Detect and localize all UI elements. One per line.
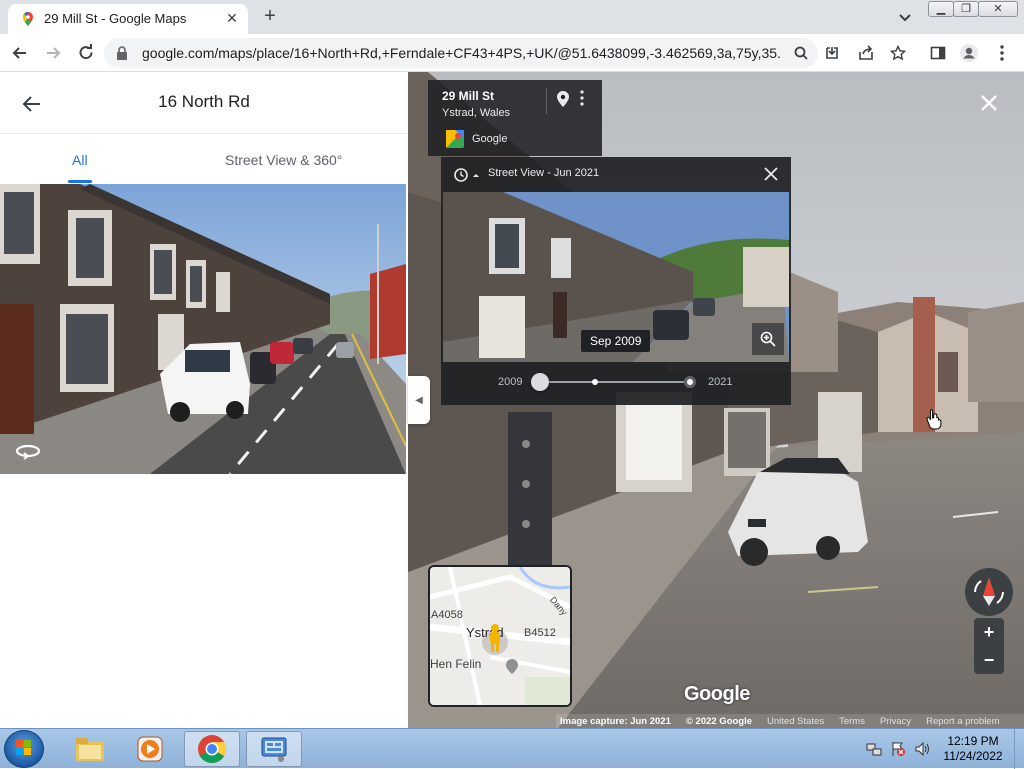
- privacy-link[interactable]: Privacy: [880, 716, 911, 727]
- timeline-current-marker[interactable]: [684, 376, 696, 388]
- time-travel-panel: Street View - Jun 2021 Sep 2009 2009 202…: [441, 157, 791, 405]
- photo-tabs: All Street View & 360°: [0, 134, 408, 184]
- history-clock-icon[interactable]: [453, 167, 481, 183]
- image-provider: Google: [472, 133, 508, 145]
- close-street-view-icon[interactable]: [978, 92, 1000, 114]
- close-window-button[interactable]: ✕: [978, 1, 1018, 17]
- close-icon[interactable]: [763, 166, 779, 182]
- active-tab-indicator: [68, 180, 92, 183]
- street-view-date-label: Street View - Jun 2021: [488, 167, 600, 179]
- new-tab-button[interactable]: +: [258, 6, 282, 28]
- clock-time: 12:19 PM: [947, 734, 999, 748]
- timeline-end-year: 2021: [708, 376, 733, 388]
- address-bar[interactable]: google.com/maps/place/16+North+Rd,+Fernd…: [104, 38, 818, 68]
- panel-title: 16 North Rd: [158, 92, 250, 111]
- zoom-in-button[interactable]: +: [974, 618, 1004, 646]
- browser-tab[interactable]: 29 Mill St - Google Maps ✕: [8, 4, 248, 34]
- minimap-road-label: A4058: [431, 609, 463, 621]
- copyright-text: © 2022 Google: [685, 715, 753, 727]
- collapse-panel-button[interactable]: ◀: [408, 376, 430, 424]
- show-desktop-button[interactable]: [1014, 729, 1024, 769]
- tab-title: 29 Mill St - Google Maps: [44, 11, 187, 26]
- volume-icon[interactable]: [914, 741, 930, 757]
- clock-date: 11/24/2022: [943, 749, 1003, 763]
- file-explorer-icon[interactable]: [62, 731, 118, 767]
- address-title: 29 Mill St: [442, 89, 495, 103]
- url-text[interactable]: google.com/maps/place/16+North+Rd,+Fernd…: [142, 45, 782, 61]
- selected-capture-date: Sep 2009: [581, 330, 651, 352]
- place-side-panel: 16 North Rd All Street View & 360°: [0, 72, 408, 728]
- start-button[interactable]: [4, 730, 44, 768]
- timeline-slider-handle[interactable]: [531, 373, 549, 391]
- chrome-icon[interactable]: [184, 731, 240, 767]
- tab-strip: 29 Mill St - Google Maps ✕ + ▁ ❐ ✕: [0, 0, 1024, 34]
- street-view-address-card: 29 Mill St Ystrad, Wales Google: [428, 80, 602, 156]
- tab-all[interactable]: All: [72, 152, 88, 168]
- rotate-360-icon[interactable]: [14, 442, 42, 462]
- lock-icon[interactable]: [116, 46, 128, 60]
- map-attribution-bar: Image capture: Jun 2021 © 2022 Google Un…: [556, 714, 1024, 728]
- hand-cursor-icon: [926, 408, 942, 430]
- side-panel-icon[interactable]: [928, 43, 948, 63]
- timeline-track[interactable]: [540, 381, 691, 383]
- zoom-out-button[interactable]: −: [974, 646, 1004, 674]
- map-pin-icon[interactable]: [556, 90, 570, 108]
- system-clock[interactable]: 12:19 PM 11/24/2022: [936, 734, 1010, 764]
- compass-icon[interactable]: [965, 568, 1013, 616]
- profile-avatar-icon[interactable]: [959, 43, 979, 63]
- install-icon[interactable]: [822, 43, 842, 63]
- action-center-flag-icon[interactable]: [890, 741, 906, 757]
- timeline-start-year: 2009: [498, 376, 523, 388]
- network-icon[interactable]: [866, 741, 882, 757]
- control-panel-icon[interactable]: [246, 731, 302, 767]
- report-problem-link[interactable]: Report a problem: [926, 716, 999, 727]
- zoom-control: + −: [974, 618, 1004, 674]
- browser-toolbar: google.com/maps/place/16+North+Rd,+Fernd…: [0, 34, 1024, 72]
- divider: [546, 88, 547, 114]
- more-options-icon[interactable]: [580, 90, 584, 106]
- address-subtitle: Ystrad, Wales: [442, 107, 511, 119]
- back-icon[interactable]: [10, 43, 30, 63]
- bookmark-star-icon[interactable]: [888, 43, 908, 63]
- google-logo: Google: [684, 683, 750, 705]
- restore-button[interactable]: ❐: [953, 1, 979, 17]
- close-tab-icon[interactable]: ✕: [224, 10, 240, 26]
- pegman-icon[interactable]: [487, 623, 503, 653]
- search-icon[interactable]: [792, 44, 810, 62]
- google-maps-icon: [20, 11, 36, 27]
- google-maps-logo-icon: [446, 130, 464, 148]
- terms-link[interactable]: Terms: [839, 716, 865, 727]
- region-link[interactable]: United States: [767, 716, 824, 727]
- reload-icon[interactable]: [76, 43, 96, 63]
- more-menu-icon[interactable]: [992, 43, 1012, 63]
- tab-street-view[interactable]: Street View & 360°: [225, 152, 342, 168]
- forward-icon[interactable]: [43, 43, 63, 63]
- minimize-button[interactable]: ▁: [928, 1, 954, 17]
- street-photo[interactable]: [0, 184, 406, 474]
- chevron-down-icon[interactable]: [896, 8, 914, 26]
- windows-taskbar: 12:19 PM 11/24/2022: [0, 728, 1024, 769]
- zoom-in-icon[interactable]: [752, 323, 784, 355]
- image-capture-date: Image capture: Jun 2021: [560, 715, 671, 727]
- minimap[interactable]: A4058 Ystrad B4512 Hen Felin Dany: [428, 565, 572, 707]
- panel-header: 16 North Rd: [0, 72, 408, 134]
- share-icon[interactable]: [856, 43, 876, 63]
- minimap-place-label: Hen Felin: [430, 657, 482, 671]
- minimap-road-label: B4512: [524, 627, 556, 639]
- timeline-tick[interactable]: [592, 379, 598, 385]
- media-player-icon[interactable]: [122, 731, 178, 767]
